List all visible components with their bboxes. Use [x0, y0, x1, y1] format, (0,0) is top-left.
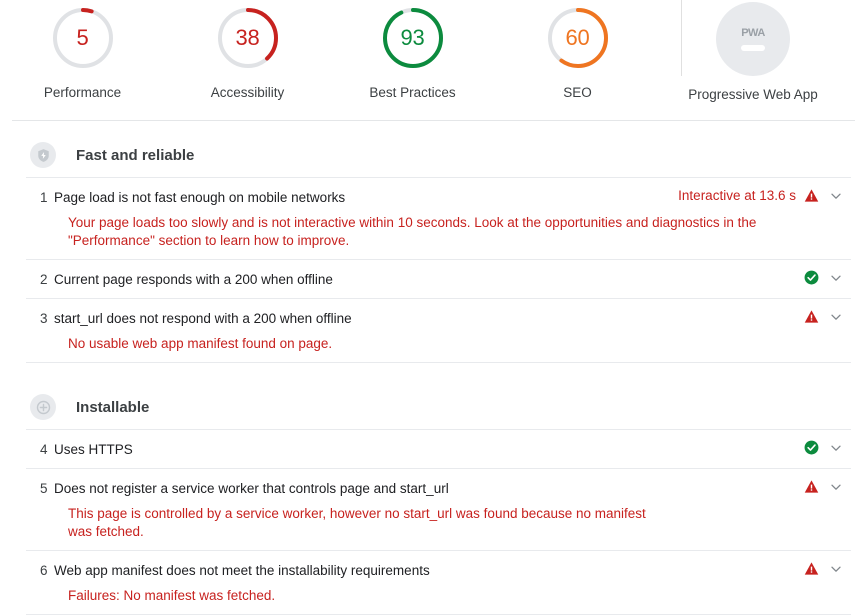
gauge-score-value: 60 [565, 25, 590, 50]
audit-row-right [804, 309, 851, 324]
score-gauge-accessibility[interactable]: 38 Accessibility [165, 0, 330, 100]
audit-row-right [804, 440, 851, 455]
gauge-arc: 93 [381, 6, 445, 70]
audit-row-main: 4 Uses HTTPS [26, 440, 851, 459]
audit-index: 3 [40, 311, 48, 326]
gauge-score-value: 93 [400, 25, 425, 50]
audit-title: Uses HTTPS [54, 442, 133, 457]
audit-row-main: 2 Current page responds with a 200 when o… [26, 270, 851, 289]
audit-row[interactable]: 1 Page load is not fast enough on mobile … [26, 178, 851, 260]
score-gauge-progressive-web-app[interactable]: PWA Progressive Web App [660, 0, 846, 102]
warning-triangle-icon [804, 561, 819, 576]
audit-row[interactable]: 5 Does not register a service worker that… [26, 469, 851, 551]
pwa-badge-text: PWA [741, 27, 765, 39]
chevron-down-icon[interactable] [827, 442, 845, 454]
pwa-badge-icon: PWA [716, 2, 790, 76]
audit-title: Web app manifest does not meet the insta… [54, 563, 430, 578]
score-gauge-best-practices[interactable]: 93 Best Practices [330, 0, 495, 100]
audit-list: 1 Page load is not fast enough on mobile … [26, 177, 851, 363]
chevron-down-icon[interactable] [827, 481, 845, 493]
audit-row-right [804, 270, 851, 285]
chevron-down-icon[interactable] [827, 311, 845, 323]
gauge-arc: 5 [51, 6, 115, 70]
chevron-down-icon[interactable] [827, 190, 845, 202]
gauge-label: Accessibility [210, 85, 285, 100]
audit-row[interactable]: 3 start_url does not respond with a 200 w… [26, 299, 851, 363]
audit-sections: Fast and reliable 1 Page load is not fast … [0, 133, 867, 615]
gauge-label: Best Practices [369, 85, 456, 100]
audit-row-right [804, 561, 851, 576]
audit-title: start_url does not respond with a 200 wh… [54, 311, 352, 326]
audit-index: 5 [40, 481, 48, 496]
pwa-vertical-divider [681, 0, 682, 76]
audit-index: 1 [40, 190, 48, 205]
audit-row-main: 6 Web app manifest does not meet the inst… [26, 561, 851, 580]
audit-index: 4 [40, 442, 48, 457]
audit-index: 2 [40, 272, 48, 287]
warning-triangle-icon [804, 309, 819, 324]
plus-circle-icon [30, 394, 56, 420]
check-circle-icon [804, 270, 819, 285]
check-circle-icon [804, 440, 819, 455]
audit-description: Your page loads too slowly and is not in… [68, 215, 757, 248]
bolt-shield-icon [30, 142, 56, 168]
audit-title: Does not register a service worker that … [54, 481, 449, 496]
scores-bottom-divider [12, 120, 855, 121]
audit-title: Current page responds with a 200 when of… [54, 272, 333, 287]
audit-description: This page is controlled by a service wor… [68, 506, 646, 539]
audit-metric-value: Interactive at 13.6 s [678, 188, 796, 203]
audit-row-main: 3 start_url does not respond with a 200 w… [26, 309, 851, 328]
section-header-installable: Installable [0, 385, 867, 429]
warning-triangle-icon [804, 188, 819, 203]
audit-list: 4 Uses HTTPS 5 Does not register a service … [26, 429, 851, 615]
audit-description: Failures: No manifest was fetched. [68, 588, 276, 603]
gauge-arc: 38 [216, 6, 280, 70]
pwa-dash-icon [741, 45, 765, 51]
chevron-down-icon[interactable] [827, 563, 845, 575]
audit-row-main: 1 Page load is not fast enough on mobile … [26, 188, 851, 207]
audit-row-main: 5 Does not register a service worker that… [26, 479, 851, 498]
audit-index: 6 [40, 563, 48, 578]
audit-row-right [804, 479, 851, 494]
score-gauge-performance[interactable]: 5 Performance [0, 0, 165, 100]
warning-triangle-icon [804, 479, 819, 494]
lighthouse-score-strip: 5 Performance 38 Accessibility 93 Best Practi… [0, 0, 867, 121]
section-header-fast-and-reliable: Fast and reliable [0, 133, 867, 177]
chevron-down-icon[interactable] [827, 272, 845, 284]
section-title: Installable [76, 398, 150, 416]
score-gauge-seo[interactable]: 60 SEO [495, 0, 660, 100]
audit-description: No usable web app manifest found on page… [68, 336, 333, 351]
audit-row-right: Interactive at 13.6 s [678, 188, 851, 203]
audit-title: Page load is not fast enough on mobile n… [54, 190, 346, 205]
gauge-score-value: 38 [235, 25, 260, 50]
gauge-score-value: 5 [76, 25, 89, 50]
audit-row[interactable]: 4 Uses HTTPS [26, 430, 851, 469]
gauge-label: SEO [563, 85, 592, 100]
section-title: Fast and reliable [76, 146, 195, 164]
audit-row[interactable]: 6 Web app manifest does not meet the inst… [26, 551, 851, 615]
pwa-label: Progressive Web App [688, 87, 818, 102]
gauge-label: Performance [43, 85, 122, 100]
gauge-arc: 60 [546, 6, 610, 70]
audit-row[interactable]: 2 Current page responds with a 200 when o… [26, 260, 851, 299]
